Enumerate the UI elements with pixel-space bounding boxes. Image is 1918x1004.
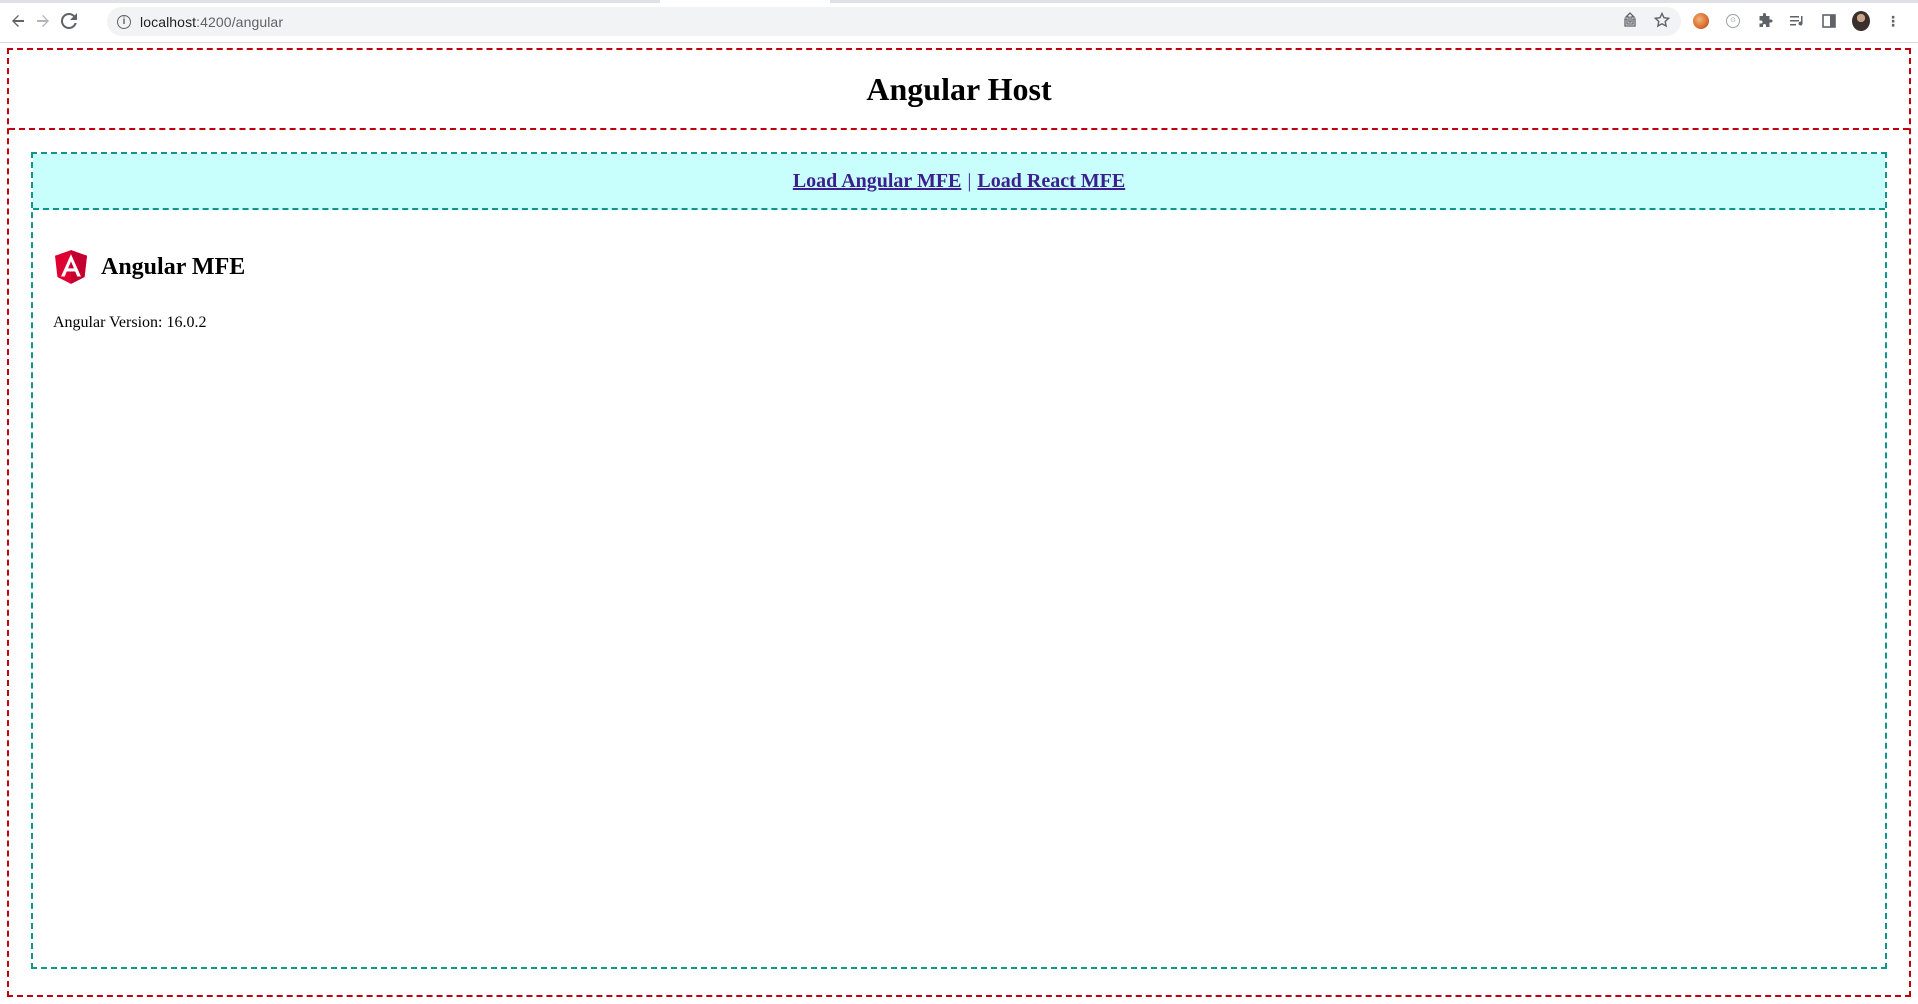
load-react-mfe-link[interactable]: Load React MFE <box>977 170 1125 193</box>
browser-toolbar: i localhost:4200/angular ⊙ ⋮ <box>0 0 1918 43</box>
host-container: Angular Host Load Angular MFE | Load Rea… <box>7 48 1911 997</box>
puzzle-icon[interactable] <box>1756 12 1774 30</box>
url-text[interactable]: localhost:4200/angular <box>140 14 283 30</box>
mfe-heading: Angular MFE <box>55 250 245 284</box>
extension-colored-icon[interactable] <box>1692 12 1710 30</box>
share-icon[interactable] <box>1621 11 1639 32</box>
info-icon[interactable]: i <box>117 14 131 29</box>
active-tab[interactable] <box>660 0 830 3</box>
extension-outline-icon[interactable]: ⊙ <box>1724 12 1742 30</box>
mfe-container: Load Angular MFE | Load React MFE Angula… <box>31 152 1887 969</box>
side-panel-icon[interactable] <box>1820 12 1838 30</box>
forward-button[interactable] <box>31 9 55 33</box>
omnibox-actions <box>1621 7 1671 36</box>
host-header: Angular Host <box>9 50 1909 130</box>
back-button[interactable] <box>6 9 30 33</box>
nav-separator: | <box>967 169 972 192</box>
kebab-menu-icon[interactable]: ⋮ <box>1884 12 1902 30</box>
load-angular-mfe-link[interactable]: Load Angular MFE <box>793 170 962 193</box>
url-host: localhost <box>140 13 197 30</box>
angular-logo-icon <box>55 250 87 284</box>
star-icon[interactable] <box>1653 11 1671 32</box>
mfe-nav-bar: Load Angular MFE | Load React MFE <box>33 154 1885 210</box>
extensions-area: ⊙ ⋮ <box>1692 9 1902 33</box>
angular-version-text: Angular Version: 16.0.2 <box>53 314 207 331</box>
mfe-title: Angular MFE <box>101 253 246 280</box>
reading-list-icon[interactable] <box>1788 12 1806 30</box>
reload-button[interactable] <box>57 9 81 33</box>
tab-strip <box>0 0 1918 3</box>
address-bar[interactable]: i localhost:4200/angular <box>107 7 1681 36</box>
url-path: :4200/angular <box>196 13 284 30</box>
arrow-left-icon <box>12 15 24 27</box>
arrow-right-icon <box>37 15 49 27</box>
reload-icon <box>61 13 77 29</box>
page-title: Angular Host <box>866 70 1052 107</box>
profile-avatar[interactable] <box>1852 11 1870 31</box>
